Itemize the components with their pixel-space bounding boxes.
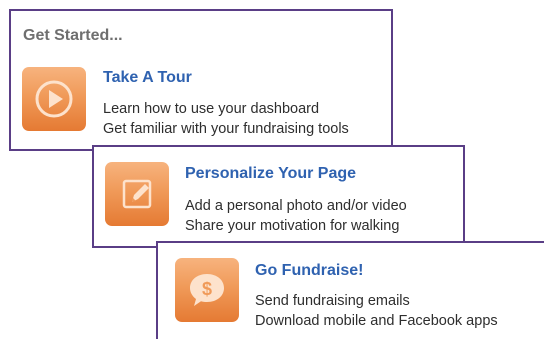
get-started-panel: Get Started... Take A Tour Learn how to … (0, 0, 544, 339)
go-fundraise-card[interactable]: $ Go Fundraise! Send fundraising emails … (156, 241, 544, 339)
dollar-speech-bubble-icon[interactable]: $ (175, 258, 239, 322)
personalize-page-link[interactable]: Personalize Your Page (185, 165, 356, 183)
play-icon[interactable] (22, 67, 86, 131)
personalize-page-card[interactable]: Personalize Your Page Add a personal pho… (92, 145, 465, 248)
description-line: Share your motivation for walking (185, 218, 400, 234)
description-line: Download mobile and Facebook apps (255, 313, 498, 329)
pencil-icon[interactable] (105, 162, 169, 226)
go-fundraise-link[interactable]: Go Fundraise! (255, 262, 363, 280)
description-line: Send fundraising emails (255, 293, 410, 309)
section-title: Get Started... (23, 27, 123, 44)
svg-text:$: $ (202, 279, 212, 299)
take-a-tour-card[interactable]: Get Started... Take A Tour Learn how to … (9, 9, 393, 151)
go-fundraise-description: Send fundraising emails Download mobile … (255, 291, 498, 331)
personalize-page-description: Add a personal photo and/or video Share … (185, 196, 407, 236)
take-a-tour-link[interactable]: Take A Tour (103, 69, 192, 87)
description-line: Add a personal photo and/or video (185, 198, 407, 214)
description-line: Get familiar with your fundraising tools (103, 121, 349, 137)
description-line: Learn how to use your dashboard (103, 101, 320, 117)
take-a-tour-description: Learn how to use your dashboard Get fami… (103, 99, 349, 139)
